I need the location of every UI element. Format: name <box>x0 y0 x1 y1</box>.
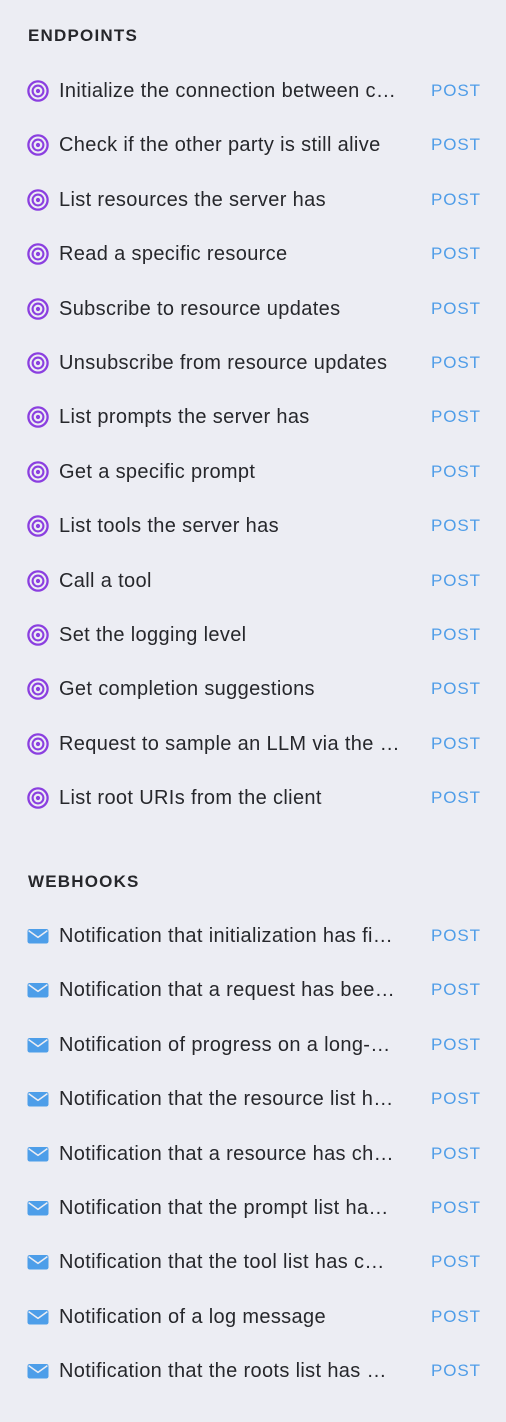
endpoint-item[interactable]: Call a tool POST <box>0 554 506 608</box>
endpoint-item-label: List root URIs from the client <box>59 787 322 810</box>
method-badge: POST <box>431 461 481 481</box>
method-badge: POST <box>431 1361 481 1381</box>
target-icon <box>27 515 49 537</box>
envelope-icon <box>27 1251 49 1273</box>
method-badge: POST <box>431 788 481 808</box>
webhook-item-label: Notification that the resource list h… <box>59 1088 394 1111</box>
target-icon <box>27 461 49 483</box>
target-icon <box>27 352 49 374</box>
method-badge: POST <box>431 570 481 590</box>
endpoints-section-title: ENDPOINTS <box>28 26 138 45</box>
webhook-item[interactable]: Notification that a resource has ch… POST <box>0 1127 506 1181</box>
endpoint-item-label: Check if the other party is still alive <box>59 134 381 157</box>
webhook-item[interactable]: Notification of a log message POST <box>0 1290 506 1344</box>
endpoint-item-label: Subscribe to resource updates <box>59 297 341 320</box>
webhook-item[interactable]: Notification that the roots list has … PO… <box>0 1344 506 1398</box>
webhook-item-label: Notification of progress on a long-… <box>59 1033 391 1056</box>
endpoint-item-label: Unsubscribe from resource updates <box>59 352 388 374</box>
webhook-item[interactable]: Notification that initialization has fi…… <box>0 909 506 963</box>
webhooks-section-title: WEBHOOKS <box>28 872 140 891</box>
endpoint-item-label: Set the logging level <box>59 624 247 646</box>
method-badge: POST <box>431 679 481 699</box>
webhook-item-label: Notification that a resource has ch… <box>59 1142 394 1165</box>
target-icon <box>27 624 49 646</box>
method-badge: POST <box>431 81 481 100</box>
endpoint-item[interactable]: Get completion suggestions POST <box>0 662 506 716</box>
endpoint-item[interactable]: List prompts the server has POST <box>0 390 506 444</box>
method-badge: POST <box>431 353 481 372</box>
api-sidebar: ENDPOINTS Initialize the connection betw… <box>0 0 506 1422</box>
method-badge: POST <box>431 625 481 644</box>
method-badge: POST <box>431 980 481 1000</box>
endpoint-item[interactable]: Check if the other party is still alive P… <box>0 118 506 172</box>
method-badge: POST <box>431 1143 481 1163</box>
endpoint-item-label: Read a specific resource <box>59 243 288 266</box>
webhook-item-label: Notification of a log message <box>59 1305 326 1328</box>
endpoint-item-label: Initialize the connection between c… <box>59 80 397 102</box>
endpoint-item-label: List tools the server has <box>59 515 279 538</box>
endpoint-item[interactable]: Get a specific prompt POST <box>0 445 506 499</box>
method-badge: POST <box>431 189 481 209</box>
target-icon <box>27 297 49 320</box>
envelope-icon <box>27 925 49 947</box>
endpoint-item[interactable]: List root URIs from the client POST <box>0 771 506 825</box>
envelope-icon <box>27 1143 49 1165</box>
endpoint-item-label: Get a specific prompt <box>59 460 256 483</box>
webhook-item[interactable]: Notification that a request has bee… POST <box>0 963 506 1017</box>
target-icon <box>27 406 49 429</box>
method-badge: POST <box>431 516 481 536</box>
method-badge: POST <box>431 298 481 318</box>
endpoint-item[interactable]: List resources the server has POST <box>0 173 506 227</box>
endpoint-item[interactable]: Set the logging level POST <box>0 608 506 662</box>
endpoint-item-label: List resources the server has <box>59 188 326 211</box>
webhook-item-label: Notification that the prompt list ha… <box>59 1197 389 1219</box>
target-icon <box>27 189 49 211</box>
envelope-icon <box>27 1360 49 1382</box>
endpoint-item[interactable]: Read a specific resource POST <box>0 227 506 281</box>
method-badge: POST <box>431 926 481 945</box>
target-icon <box>27 569 49 592</box>
endpoint-item[interactable]: Unsubscribe from resource updates POST <box>0 336 506 390</box>
method-badge: POST <box>431 407 481 427</box>
method-badge: POST <box>431 1034 481 1054</box>
method-badge: POST <box>431 733 481 753</box>
method-badge: POST <box>431 1198 481 1217</box>
endpoint-item[interactable]: List tools the server has POST <box>0 499 506 553</box>
webhook-item-label: Notification that a request has bee… <box>59 979 396 1002</box>
target-icon <box>27 134 49 157</box>
webhook-item-label: Notification that the tool list has c… <box>59 1251 385 1274</box>
envelope-icon <box>27 1306 49 1328</box>
target-icon <box>27 678 49 701</box>
method-badge: POST <box>431 1089 481 1109</box>
envelope-icon <box>27 1088 49 1110</box>
webhook-item[interactable]: Notification of progress on a long-… POST <box>0 1018 506 1072</box>
method-badge: POST <box>431 244 481 264</box>
endpoint-item-label: Request to sample an LLM via the … <box>59 732 400 755</box>
endpoint-item[interactable]: Initialize the connection between c… POST <box>0 64 506 118</box>
target-icon <box>27 243 49 265</box>
endpoint-item[interactable]: Subscribe to resource updates POST <box>0 282 506 336</box>
envelope-icon <box>27 1034 49 1056</box>
webhook-item[interactable]: Notification that the prompt list ha… POS… <box>0 1181 506 1235</box>
webhook-item-label: Notification that initialization has fi… <box>59 925 394 947</box>
envelope-icon <box>27 1197 49 1219</box>
webhook-item[interactable]: Notification that the resource list h… PO… <box>0 1072 506 1126</box>
method-badge: POST <box>431 1252 481 1272</box>
target-icon <box>27 80 49 102</box>
endpoint-item-label: List prompts the server has <box>59 406 310 429</box>
target-icon <box>27 787 49 809</box>
endpoint-item-label: Get completion suggestions <box>59 678 315 701</box>
envelope-icon <box>27 979 49 1001</box>
endpoint-item-label: Call a tool <box>59 569 152 592</box>
webhook-item-label: Notification that the roots list has … <box>59 1360 387 1383</box>
webhook-item[interactable]: Notification that the tool list has c… PO… <box>0 1235 506 1289</box>
method-badge: POST <box>431 135 481 155</box>
target-icon <box>27 733 49 755</box>
method-badge: POST <box>431 1306 481 1326</box>
endpoint-item[interactable]: Request to sample an LLM via the … POST <box>0 717 506 771</box>
